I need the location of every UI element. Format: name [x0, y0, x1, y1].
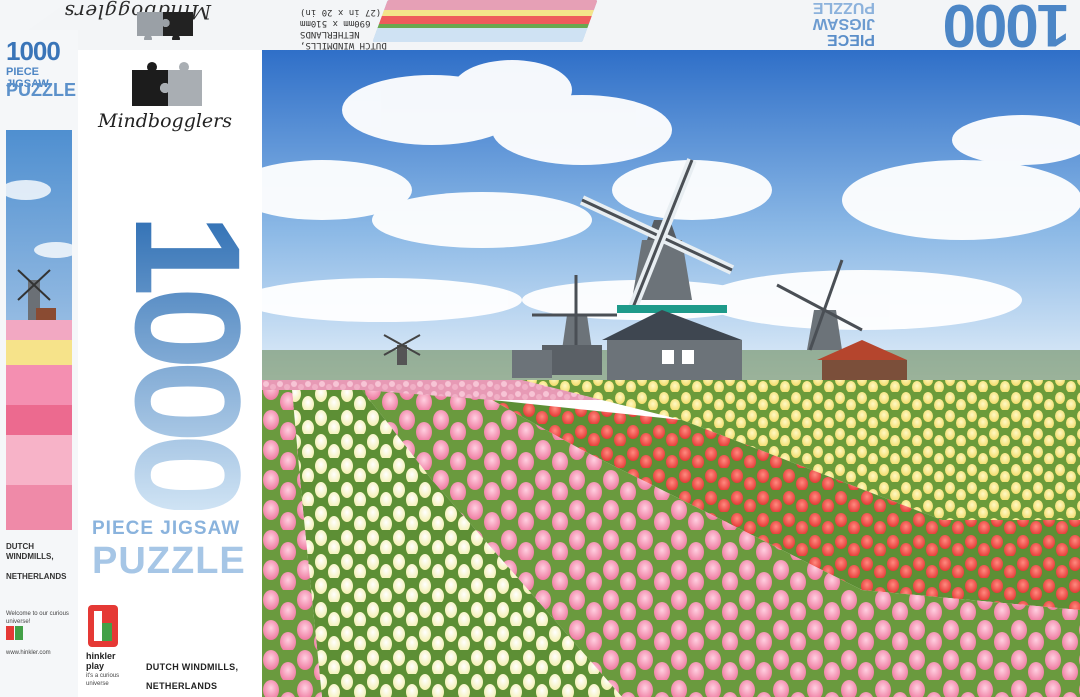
brand-logo-text: Mindbogglers — [98, 110, 233, 132]
side-caption-location: NETHERLANDS — [6, 572, 67, 581]
piece-jigsaw-label: PIECE JIGSAW — [92, 518, 241, 539]
side-website: www.hinkler.com — [6, 650, 51, 656]
windmills-tulips-scene — [262, 50, 1080, 697]
top-jigsaw-label: JIGSAW — [812, 15, 875, 32]
top-title-block: 1000 PIECE JIGSAW PUZZLE — [600, 0, 1080, 50]
barn — [512, 350, 552, 378]
scene-title: DUTCH WINDMILLS, — [146, 662, 239, 672]
top-puzzle-label: PUZZLE — [812, 0, 875, 16]
piece-count-number: 1000 — [104, 210, 272, 510]
scene-location: NETHERLANDS — [146, 681, 218, 691]
box-top-face: Mindbogglers DUTCH WINDMILLS, NETHERLAND… — [0, 0, 1080, 50]
hinkler-name: hinkler — [86, 651, 116, 661]
hinkler-play-logo: hinkler play it's a curious universe — [82, 605, 132, 695]
side-welcome-text: Welcome to our curious universe! — [6, 611, 69, 625]
side-piece-count: 1000 — [6, 36, 61, 66]
top-piece-label: PIECE — [826, 31, 875, 48]
puzzle-pieces-icon — [137, 12, 193, 40]
side-puzzle: PUZZLE — [6, 80, 76, 100]
top-thumbnail-image — [372, 0, 598, 42]
side-picture — [6, 130, 72, 530]
puzzle-pieces-icon — [132, 62, 202, 106]
side-caption: DUTCH WINDMILLS, NETHERLANDS — [6, 542, 78, 582]
top-piece-count: 1000 — [944, 0, 1070, 50]
hinkler-tagline-1: it's a curious — [86, 673, 120, 679]
hinkler-tagline-2: universe — [86, 681, 109, 687]
side-hinkler-logo — [6, 626, 46, 646]
puzzle-front-image — [262, 50, 1080, 697]
box-side-face: 1000 PIECE JIGSAW PUZZLE DUTCH WINDMILLS… — [0, 30, 78, 697]
front-title-panel: Mindbogglers 1000 PIECE JIGSAW PUZZLE hi… — [78, 50, 272, 697]
puzzle-label: PUZZLE — [92, 540, 246, 582]
side-caption-title: DUTCH WINDMILLS, — [6, 542, 54, 561]
hinkler-play: play — [86, 661, 105, 671]
